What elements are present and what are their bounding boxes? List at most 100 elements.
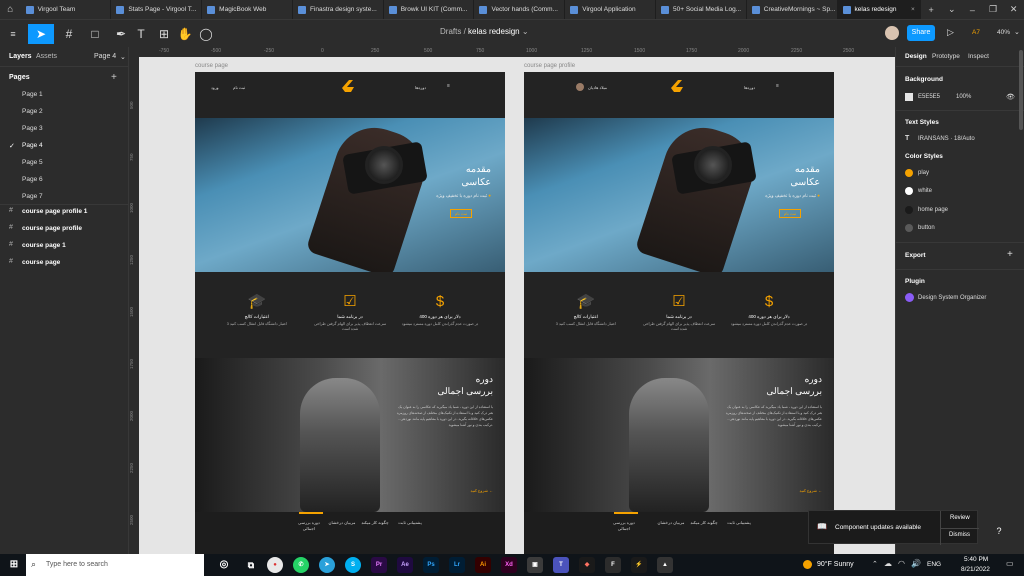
tray-chevron-icon[interactable]: ⌃ — [872, 560, 878, 568]
help-button[interactable]: ? — [990, 522, 1008, 540]
figma-icon[interactable]: F — [605, 557, 621, 573]
tab-item[interactable]: Finastra design syste... — [293, 0, 384, 19]
xd-icon[interactable]: Xd — [501, 557, 517, 573]
illustrator-icon[interactable]: Ai — [475, 557, 491, 573]
clock-time[interactable]: 5:40 PM — [964, 556, 988, 563]
new-tab-button[interactable]: + — [921, 5, 942, 15]
skype-icon[interactable]: S — [345, 557, 361, 573]
color-style-name[interactable]: home page — [918, 207, 948, 213]
resources-icon[interactable]: ⊞ — [155, 24, 173, 44]
close-icon[interactable]: × — [911, 6, 915, 13]
share-button[interactable]: Share — [907, 25, 935, 41]
chevron-down-icon[interactable]: ⌄ — [522, 27, 529, 36]
page-item[interactable]: Page 7 — [22, 193, 43, 200]
tab-item[interactable]: CreativeMornings ~ Sp... — [747, 0, 838, 19]
breadcrumb[interactable]: Drafts / kelas redesign ⌄ — [440, 27, 529, 36]
page-item-active[interactable]: Page 4 — [22, 142, 43, 149]
chrome-icon[interactable]: ● — [267, 557, 283, 573]
color-swatch[interactable] — [905, 206, 913, 214]
volume-icon[interactable]: 🔊 — [911, 559, 921, 568]
window-close-icon[interactable]: ✕ — [1003, 4, 1024, 15]
lightroom-icon[interactable]: Lr — [449, 557, 465, 573]
background-hex[interactable]: E5E5E5 — [918, 94, 940, 100]
photos-icon[interactable]: ▲ — [657, 557, 673, 573]
wifi-icon[interactable]: ◠ — [898, 559, 905, 568]
background-swatch[interactable] — [905, 93, 913, 101]
page-item[interactable]: Page 6 — [22, 176, 43, 183]
tab-item[interactable]: MagicBook Web — [202, 0, 293, 19]
chevron-down-icon[interactable]: ⌄ — [120, 53, 126, 61]
page-item[interactable]: Page 1 — [22, 91, 43, 98]
maximize-icon[interactable]: ❐ — [983, 4, 1004, 15]
page-item[interactable]: Page 5 — [22, 159, 43, 166]
tab-item[interactable]: Virgool Team — [21, 0, 112, 19]
move-tool-icon[interactable]: ➤ — [28, 24, 54, 44]
tab-design[interactable]: Design — [905, 53, 927, 60]
text-style-item[interactable]: IRANSANS · 18/Auto — [918, 136, 975, 142]
tab-item[interactable]: Stats Page - Virgool T... — [111, 0, 203, 19]
premiere-icon[interactable]: Pr — [371, 557, 387, 573]
background-opacity[interactable]: 100% — [956, 94, 971, 100]
assets-tab[interactable]: Assets — [36, 53, 57, 60]
onedrive-icon[interactable]: ☁ — [884, 559, 892, 568]
language-indicator[interactable]: ENG — [927, 561, 941, 568]
file-name[interactable]: kelas redesign — [468, 27, 520, 36]
chevron-down-icon[interactable]: ⌄ — [941, 4, 962, 15]
frame-label[interactable]: course page — [195, 63, 228, 69]
present-icon[interactable]: ▷ — [947, 27, 954, 38]
whatsapp-icon[interactable]: ✆ — [293, 557, 309, 573]
comment-tool-icon[interactable]: ◯ — [198, 24, 214, 44]
hand-tool-icon[interactable]: ✋ — [177, 24, 193, 44]
frame-course-page-profile[interactable]: میلاد هادیان دوره‌ها ≡ مقدمه عکاسی ثبت نا… — [524, 72, 834, 554]
after-effects-icon[interactable]: Ae — [397, 557, 413, 573]
scrollbar[interactable] — [1019, 50, 1023, 130]
tab-prototype[interactable]: Prototype — [932, 53, 960, 60]
color-style-name[interactable]: play — [918, 170, 929, 176]
zoom-level[interactable]: 40% — [997, 29, 1010, 36]
color-style-name[interactable]: white — [918, 188, 932, 194]
user-initials[interactable]: A7 — [972, 29, 980, 36]
color-swatch[interactable] — [905, 187, 913, 195]
breadcrumb-parent[interactable]: Drafts — [440, 27, 461, 36]
eye-icon[interactable]: 👁 — [1006, 93, 1015, 101]
dismiss-button[interactable]: Dismiss — [949, 532, 970, 538]
telegram-icon[interactable]: ➤ — [319, 557, 335, 573]
review-button[interactable]: Review — [950, 515, 970, 521]
layer-frame[interactable]: course page — [22, 259, 60, 266]
frame-label[interactable]: course page profile — [524, 63, 575, 69]
pen-tool-icon[interactable]: ✒ — [110, 24, 132, 44]
canvas[interactable]: -750 -500 -250 0 250 500 750 1000 1250 1… — [129, 47, 895, 554]
frame-tool-icon[interactable]: # — [58, 24, 80, 44]
cortana-icon[interactable]: ◎ — [216, 557, 232, 573]
layer-frame[interactable]: course page 1 — [22, 242, 66, 249]
teams-icon[interactable]: T — [553, 557, 569, 573]
chevron-down-icon[interactable]: ⌄ — [1014, 28, 1020, 36]
home-icon[interactable]: ⌂ — [0, 0, 21, 19]
color-style-name[interactable]: button — [918, 225, 935, 231]
layer-frame[interactable]: course page profile 1 — [22, 208, 87, 215]
windows-start-icon[interactable]: ⊞ — [6, 557, 22, 573]
tab-item[interactable]: Browk UI KIT (Comm... — [384, 0, 475, 19]
text-tool-icon[interactable]: T — [133, 24, 149, 44]
tab-inspect[interactable]: Inspect — [968, 53, 989, 60]
task-view-icon[interactable]: ⧉ — [243, 557, 259, 573]
page-selector[interactable]: Page 4 — [94, 53, 116, 60]
layer-frame[interactable]: course page profile — [22, 225, 82, 232]
page-item[interactable]: Page 3 — [22, 125, 43, 132]
tab-item[interactable]: Vector hands (Comm... — [474, 0, 566, 19]
tab-item[interactable]: 50+ Social Media Log... — [656, 0, 747, 19]
weather-text[interactable]: 90°F Sunny — [817, 561, 854, 568]
color-swatch[interactable] — [905, 224, 913, 232]
app-icon[interactable]: ▣ — [527, 557, 543, 573]
minimize-icon[interactable]: – — [962, 5, 983, 15]
frame-course-page[interactable]: ورود ثبت نام دوره‌ها ≡ مقدمه عکاسی ثبت نا… — [195, 72, 505, 554]
page-item[interactable]: Page 2 — [22, 108, 43, 115]
notifications-icon[interactable]: ▭ — [1006, 559, 1014, 568]
layers-tab[interactable]: Layers — [9, 53, 32, 60]
add-page-icon[interactable]: + — [111, 72, 117, 83]
main-menu-icon[interactable]: ≡ — [6, 24, 20, 44]
taskbar-search[interactable]: ⌕ Type here to search — [26, 554, 204, 576]
photoshop-icon[interactable]: Ps — [423, 557, 439, 573]
tab-item[interactable]: Virgool Application — [565, 0, 656, 19]
color-swatch[interactable] — [905, 169, 913, 177]
